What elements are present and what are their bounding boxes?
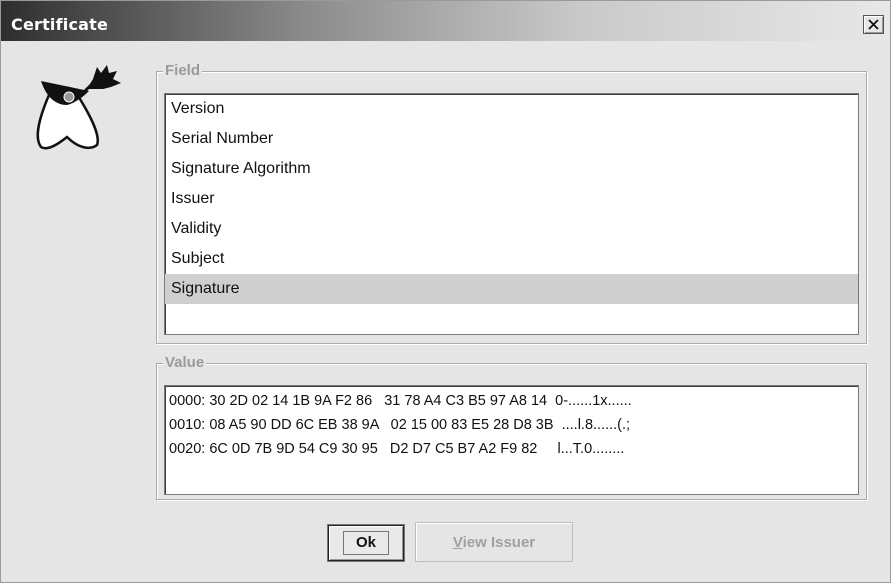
field-list-item[interactable]: Version xyxy=(165,94,858,124)
field-list-item[interactable]: Validity xyxy=(165,214,858,244)
hex-dump-line: 0010: 08 A5 90 DD 6C EB 38 9A 02 15 00 8… xyxy=(169,417,631,433)
ok-button[interactable]: Ok xyxy=(328,525,404,561)
view-issuer-button[interactable]: View Issuer xyxy=(415,522,573,562)
ok-button-label: Ok xyxy=(342,531,389,555)
field-list-item[interactable]: Subject xyxy=(165,244,858,274)
field-list-item[interactable]: Signature xyxy=(165,274,858,304)
hex-dump-line: 0000: 30 2D 02 14 1B 9A F2 86 31 78 A4 C… xyxy=(169,393,632,409)
certificate-dialog: Certificate Field Version Serial Number Si… xyxy=(0,0,891,583)
field-list-item[interactable]: Serial Number xyxy=(165,124,858,154)
value-textarea[interactable]: 0000: 30 2D 02 14 1B 9A F2 86 31 78 A4 C… xyxy=(164,385,859,495)
field-list-item[interactable]: Issuer xyxy=(165,184,858,214)
hex-dump-line: 0020: 6C 0D 7B 9D 54 C9 30 95 D2 D7 C5 B… xyxy=(169,441,625,457)
value-legend: Value xyxy=(163,354,207,371)
field-list[interactable]: Version Serial Number Signature Algorithm I… xyxy=(164,93,859,335)
value-group: Value 0000: 30 2D 02 14 1B 9A F2 86 31 7… xyxy=(156,354,867,500)
close-icon xyxy=(868,19,879,30)
field-group: Field Version Serial Number Signature Algo… xyxy=(156,62,867,344)
field-list-item[interactable]: Signature Algorithm xyxy=(165,154,858,184)
view-issuer-label: View Issuer xyxy=(452,533,536,551)
field-legend: Field xyxy=(163,62,203,79)
close-button[interactable] xyxy=(863,15,884,34)
window-title: Certificate xyxy=(11,15,109,34)
title-bar[interactable]: Certificate xyxy=(1,1,890,41)
java-duke-icon xyxy=(36,65,121,150)
